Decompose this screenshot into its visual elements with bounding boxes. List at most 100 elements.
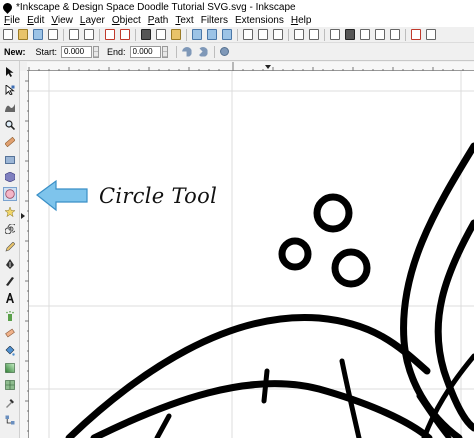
group-icon[interactable] [294, 29, 304, 40]
menu-extensions[interactable]: Extensions [235, 15, 284, 26]
circle-tool-callout: Circle Tool [99, 184, 218, 208]
toolbar-separator [213, 45, 215, 58]
open-file-icon[interactable] [18, 29, 28, 40]
pencil-icon [5, 242, 15, 252]
vertical-ruler[interactable] [20, 71, 29, 438]
eraser-tool[interactable] [3, 326, 17, 340]
unlink-clone-icon[interactable] [273, 29, 283, 40]
toolbar-separator [99, 28, 100, 41]
undo-icon[interactable] [105, 29, 115, 40]
toolbar-separator [288, 28, 289, 41]
fill-stroke-icon[interactable] [330, 29, 340, 40]
menu-text[interactable]: Text [175, 15, 193, 26]
new-label: New: [4, 46, 26, 57]
doodle-wave-upper [65, 313, 431, 438]
calligraphy-tool[interactable] [3, 274, 17, 288]
circle-tool[interactable] [3, 187, 17, 201]
commands-toolbar [0, 27, 474, 43]
make-whole-icon[interactable] [219, 47, 229, 56]
arc-open-icon[interactable] [197, 46, 208, 57]
bucket-icon [5, 346, 15, 356]
end-angle-spinner[interactable] [161, 45, 168, 58]
cut-icon[interactable] [141, 29, 151, 40]
xml-editor-icon[interactable] [375, 29, 385, 40]
menu-view[interactable]: View [51, 15, 73, 26]
import-icon[interactable] [69, 29, 79, 40]
paste-icon[interactable] [171, 29, 181, 40]
zoom-tool[interactable] [3, 118, 17, 132]
measure-tool[interactable] [3, 135, 17, 149]
preferences-icon[interactable] [426, 29, 436, 40]
spray-tool[interactable] [3, 309, 17, 323]
spray-icon [6, 311, 14, 321]
inkscape-logo-icon [1, 0, 14, 14]
end-label: End: [107, 46, 126, 57]
duplicate-icon[interactable] [243, 29, 253, 40]
arc-slice-icon[interactable] [181, 46, 192, 57]
spiral-tool[interactable] [3, 222, 17, 236]
eraser-icon [5, 328, 15, 338]
document-properties-icon[interactable] [411, 29, 421, 40]
pencil-tool[interactable] [3, 240, 17, 254]
copy-icon[interactable] [156, 29, 166, 40]
measure-icon [5, 137, 15, 147]
doodle-wave-lower [90, 380, 433, 438]
toolbar-separator [186, 28, 187, 41]
text-icon [6, 293, 14, 303]
arrow-icon [6, 67, 14, 77]
zoom-drawing-icon[interactable] [207, 29, 217, 40]
paint-bucket-tool[interactable] [3, 344, 17, 358]
title-bar: *Inkscape & Design Space Doodle Tutorial… [0, 0, 474, 14]
new-document-icon[interactable] [3, 29, 13, 40]
menu-edit[interactable]: Edit [27, 15, 44, 26]
start-angle-input[interactable] [61, 45, 93, 58]
menu-layer[interactable]: Layer [80, 15, 105, 26]
menu-object[interactable]: Object [112, 15, 141, 26]
print-icon[interactable] [48, 29, 58, 40]
ungroup-icon[interactable] [309, 29, 319, 40]
text-tool[interactable] [3, 291, 17, 305]
calligraphy-icon [6, 277, 14, 286]
save-icon[interactable] [33, 29, 43, 40]
layers-icon[interactable] [360, 29, 370, 40]
export-icon[interactable] [84, 29, 94, 40]
dropper-tool[interactable] [3, 396, 17, 410]
selector-tool[interactable] [3, 65, 17, 79]
toolbar-separator [405, 28, 406, 41]
pen-icon [6, 259, 14, 269]
canvas-drawing [29, 71, 474, 438]
connector-icon [5, 415, 15, 425]
star-tool[interactable] [3, 205, 17, 219]
mesh-tool[interactable] [3, 378, 17, 392]
menu-filters[interactable]: Filters [201, 15, 228, 26]
tool-controls-bar: New: Start: End: [0, 43, 474, 61]
drawing-canvas[interactable]: Circle Tool [29, 71, 474, 438]
connector-tool[interactable] [3, 413, 17, 427]
start-angle-spinner[interactable] [93, 45, 100, 58]
pen-tool[interactable] [3, 257, 17, 271]
window-title: *Inkscape & Design Space Doodle Tutorial… [16, 1, 296, 13]
zoom-page-icon[interactable] [222, 29, 232, 40]
clone-icon[interactable] [258, 29, 268, 40]
node-tool[interactable] [3, 83, 17, 97]
doodle-stripe-1 [154, 413, 172, 438]
redo-icon[interactable] [120, 29, 130, 40]
toolbar-separator [175, 45, 177, 58]
align-distribute-icon[interactable] [390, 29, 400, 40]
spiral-icon [5, 224, 15, 234]
toolbar-separator [63, 28, 64, 41]
zoom-selection-icon[interactable] [192, 29, 202, 40]
toolbox [0, 61, 20, 438]
gradient-tool[interactable] [3, 361, 17, 375]
menu-path[interactable]: Path [148, 15, 169, 26]
cube-icon [5, 172, 15, 182]
menu-help[interactable]: Help [291, 15, 312, 26]
menu-file[interactable]: File [4, 15, 20, 26]
rectangle-tool[interactable] [3, 153, 17, 167]
zoom-icon [5, 120, 15, 130]
end-angle-input[interactable] [129, 45, 161, 58]
tweak-tool[interactable] [3, 100, 17, 114]
box-3d-tool[interactable] [3, 170, 17, 184]
horizontal-ruler[interactable] [27, 62, 474, 71]
text-font-icon[interactable] [345, 29, 355, 40]
